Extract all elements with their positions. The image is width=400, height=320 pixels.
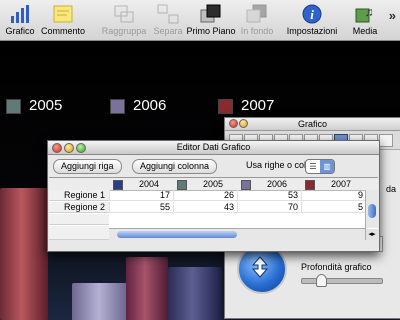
bar-chart-icon <box>9 4 31 24</box>
inspector-label-fragment: da <box>385 184 396 194</box>
send-back-icon <box>246 4 268 24</box>
column-swatch[interactable] <box>305 180 315 190</box>
column-header-label: 2006 <box>267 179 288 189</box>
column-header-label: 2007 <box>331 179 352 189</box>
horizontal-scroll-thumb[interactable] <box>117 231 237 238</box>
media-icon: ♫ <box>354 4 376 24</box>
editor-title: Editor Dati Grafico <box>176 142 251 152</box>
horizontal-scrollbar[interactable] <box>109 228 366 240</box>
svg-text:i: i <box>310 7 314 22</box>
column-swatch[interactable] <box>241 180 251 190</box>
use-rows-icon[interactable]: ☰ <box>306 160 320 173</box>
add-row-button[interactable]: Aggiungi riga <box>53 159 122 174</box>
info-icon: i <box>301 4 323 24</box>
toolbar: Grafico Commento Raggruppa Separa Primo … <box>0 0 400 41</box>
settings-button-label: Impostazioni <box>286 26 338 36</box>
column-swatch[interactable] <box>113 180 123 190</box>
chart-depth-label: Profondità grafico <box>301 262 372 272</box>
column-header[interactable]: 2006 <box>241 178 303 190</box>
vertical-scrollbar[interactable] <box>365 190 378 228</box>
bring-front-icon <box>200 4 222 24</box>
column-swatch[interactable] <box>177 180 187 190</box>
legend-label: 2005 <box>29 97 63 114</box>
row-header[interactable]: Regione 1 <box>49 190 109 201</box>
legend-swatch <box>110 99 125 114</box>
scroll-arrows-icon[interactable]: ◂▸ <box>365 229 378 240</box>
chart-bar <box>168 267 222 320</box>
legend-swatch <box>6 99 21 114</box>
use-columns-icon[interactable]: ▥ <box>320 160 334 173</box>
svg-text:♫: ♫ <box>365 5 374 19</box>
chart-bar <box>126 257 168 320</box>
column-header-label: 2005 <box>203 179 224 189</box>
table-cell[interactable]: 70 <box>237 202 301 213</box>
inspector-title-bar[interactable]: Grafico <box>225 118 400 131</box>
legend-swatch <box>218 99 233 114</box>
table-cell[interactable]: 9 <box>301 190 366 201</box>
comment-button[interactable]: Commento <box>33 2 93 37</box>
send-back-button-label: In fondo <box>240 26 274 36</box>
ungroup-icon <box>157 4 179 24</box>
chart-data-editor-window: Editor Dati Grafico Aggiungi riga Aggiun… <box>47 140 380 252</box>
column-header[interactable]: 2005 <box>177 178 239 190</box>
table-cell[interactable]: 55 <box>109 202 173 213</box>
comment-button-label: Commento <box>40 26 85 36</box>
column-header[interactable]: 2004 <box>113 178 175 190</box>
chart-depth-slider-knob[interactable] <box>316 274 327 287</box>
settings-button[interactable]: i Impostazioni <box>282 2 342 37</box>
rows-columns-toggle[interactable]: ☰ ▥ <box>305 159 335 174</box>
chart-bar <box>72 283 132 320</box>
column-header-label: 2004 <box>139 179 160 189</box>
column-header[interactable]: 2007 <box>305 178 365 190</box>
search-icon[interactable] <box>379 134 393 147</box>
table-cell[interactable]: 17 <box>109 190 173 201</box>
table-cell[interactable]: 43 <box>173 202 237 213</box>
table-cell[interactable]: 26 <box>173 190 237 201</box>
legend-label: 2006 <box>133 97 167 114</box>
editor-title-bar[interactable]: Editor Dati Grafico <box>48 141 379 155</box>
legend-label: 2007 <box>241 97 275 114</box>
chart-bar <box>0 188 48 320</box>
close-icon[interactable] <box>229 119 238 128</box>
chart-depth-slider[interactable] <box>301 274 383 287</box>
row-header[interactable] <box>49 214 109 225</box>
vertical-scroll-thumb[interactable] <box>368 204 376 218</box>
media-button[interactable]: ♫ Media <box>335 2 395 37</box>
row-header[interactable] <box>49 226 109 240</box>
comment-note-icon <box>52 4 74 24</box>
table-cell[interactable]: 53 <box>237 190 301 201</box>
media-button-label: Media <box>352 26 378 36</box>
send-back-button[interactable]: In fondo <box>227 2 287 37</box>
rotate-arrows-icon <box>251 256 269 278</box>
minimize-icon[interactable] <box>239 119 248 128</box>
row-header[interactable]: Regione 2 <box>49 202 109 213</box>
table-cell[interactable]: 5 <box>301 202 366 213</box>
data-table: 2004 2005 2006 2007 Regione 1 17 26 53 9… <box>49 177 378 240</box>
toolbar-overflow-button[interactable]: » <box>389 8 396 23</box>
inspector-title: Grafico <box>297 119 327 129</box>
add-column-button[interactable]: Aggiungi colonna <box>132 159 218 174</box>
group-icon <box>113 4 135 24</box>
